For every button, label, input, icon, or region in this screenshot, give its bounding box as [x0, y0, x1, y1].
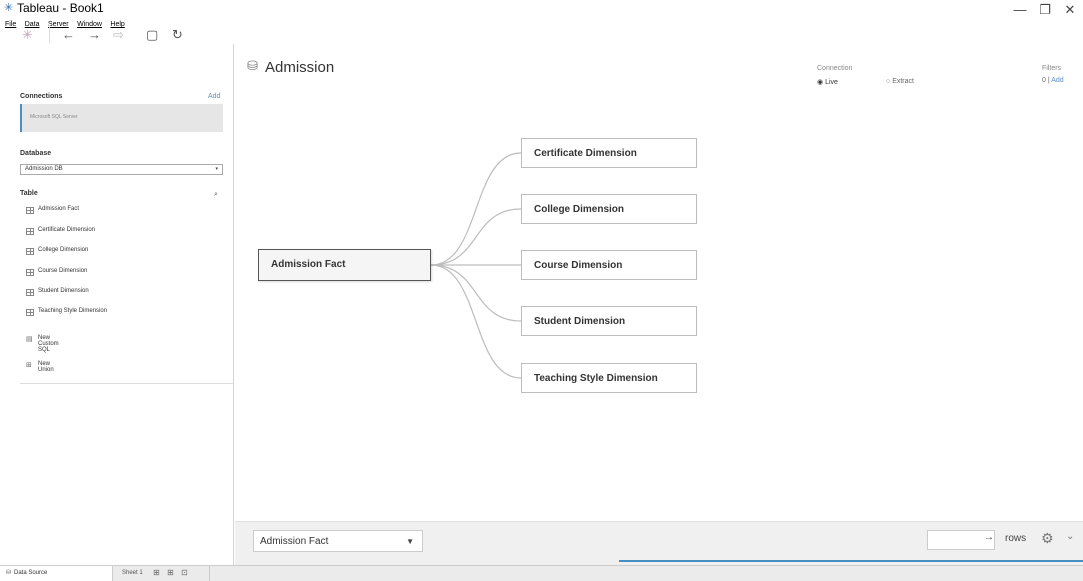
toolbar: ✳ ← → ⇨ ▢ ↻	[0, 0, 234, 44]
dimension-node-college[interactable]: College Dimension	[521, 194, 697, 224]
join-canvas[interactable]: ⛁ Admission Connection ◉ Live ○ Extract …	[235, 44, 1083, 521]
relationship-link	[430, 208, 522, 266]
tab-divider	[209, 566, 210, 581]
grid-header-accent	[619, 560, 1083, 562]
new-worksheet-icon[interactable]: ⊞	[153, 568, 160, 577]
union-icon: ⊞	[26, 362, 32, 369]
restore-button[interactable]: ❐	[1035, 2, 1055, 18]
relationship-links	[430, 152, 522, 379]
dimension-node-certificate[interactable]: Certificate Dimension	[521, 138, 697, 168]
data-grid-toolbar: Admission Fact ▼ → rows ⚙ ⌄	[235, 521, 1083, 565]
arrow-right-icon[interactable]: →	[984, 532, 994, 543]
sheet-tab-bar: ⛁ Data Source Sheet 1 ⊞ ⊞ ⊡	[0, 565, 1083, 581]
toolbar-divider	[49, 25, 50, 43]
search-icon[interactable]: ⌕	[214, 191, 218, 199]
table-title: Table	[20, 190, 38, 197]
table-icon	[26, 269, 34, 276]
add-connection-link[interactable]: Add	[208, 93, 220, 100]
data-source-sidebar: ✳ ← → ⇨ ▢ ↻ Connections Add Microsoft SQ…	[0, 25, 234, 565]
table-item-label: College Dimension	[38, 247, 89, 253]
table-item-certificate-dimension[interactable]: Certificate Dimension	[26, 227, 226, 239]
forward-icon[interactable]: →	[88, 27, 101, 42]
table-icon	[26, 248, 34, 255]
tab-data-source-label: Data Source	[14, 570, 48, 576]
table-item-teaching-style-dimension[interactable]: Teaching Style Dimension	[26, 308, 226, 320]
relationship-link	[430, 152, 522, 266]
database-value: Admission DB	[25, 166, 63, 172]
new-custom-sql-label: New Custom SQL	[38, 335, 59, 353]
connections-title: Connections	[20, 93, 63, 100]
rows-label: rows	[1005, 533, 1027, 544]
dimension-node-teaching-style[interactable]: Teaching Style Dimension	[521, 363, 697, 393]
table-icon	[26, 309, 34, 316]
connection-name: Microsoft SQL Server	[30, 114, 78, 120]
table-select-value: Admission Fact	[260, 536, 329, 547]
table-item-admission-fact[interactable]: Admission Fact	[26, 206, 226, 218]
table-item-label: Course Dimension	[38, 268, 88, 274]
tab-sheet1[interactable]: Sheet 1	[122, 570, 143, 576]
table-icon	[26, 228, 34, 235]
table-item-label: Teaching Style Dimension	[38, 308, 108, 314]
table-icon	[26, 207, 34, 214]
redo-icon[interactable]: ⇨	[113, 27, 124, 43]
table-icon	[26, 289, 34, 296]
chevron-down-icon: ▼	[406, 537, 414, 546]
minimize-button[interactable]: —	[1010, 2, 1030, 17]
tab-data-source[interactable]: ⛁ Data Source	[0, 566, 113, 581]
table-item-course-dimension[interactable]: Course Dimension	[26, 268, 226, 280]
chevron-down-icon[interactable]: ⌄	[1066, 531, 1074, 542]
back-icon[interactable]: ←	[62, 27, 75, 42]
relationship-link	[430, 264, 522, 322]
database-title: Database	[20, 150, 52, 157]
start-page-icon[interactable]: ✳	[22, 27, 33, 43]
save-icon[interactable]: ▢	[146, 27, 158, 43]
refresh-icon[interactable]: ↻	[172, 27, 183, 43]
dimension-node-student[interactable]: Student Dimension	[521, 306, 697, 336]
new-dashboard-icon[interactable]: ⊞	[167, 568, 174, 577]
table-item-label: Student Dimension	[38, 288, 89, 294]
divider	[20, 383, 234, 384]
new-story-icon[interactable]: ⊡	[181, 568, 188, 577]
relationship-link	[430, 264, 522, 379]
database-select[interactable]: Admission DB ▾	[20, 164, 223, 175]
table-item-label: Admission Fact	[38, 206, 80, 212]
gear-icon[interactable]: ⚙	[1041, 530, 1054, 547]
connection-item[interactable]: Microsoft SQL Server	[20, 104, 223, 132]
table-item-label: Certificate Dimension	[38, 227, 96, 233]
table-item-student-dimension[interactable]: Student Dimension	[26, 288, 226, 300]
table-item-college-dimension[interactable]: College Dimension	[26, 247, 226, 259]
fact-table-node[interactable]: Admission Fact	[258, 249, 431, 281]
table-select[interactable]: Admission Fact ▼	[253, 530, 423, 552]
custom-sql-icon: ▤	[26, 336, 33, 343]
dimension-node-course[interactable]: Course Dimension	[521, 250, 697, 280]
new-union-label: New Union	[38, 361, 54, 373]
datasource-icon: ⛁	[6, 570, 12, 576]
chevron-down-icon: ▾	[215, 166, 218, 172]
close-button[interactable]: ✕	[1060, 2, 1080, 18]
